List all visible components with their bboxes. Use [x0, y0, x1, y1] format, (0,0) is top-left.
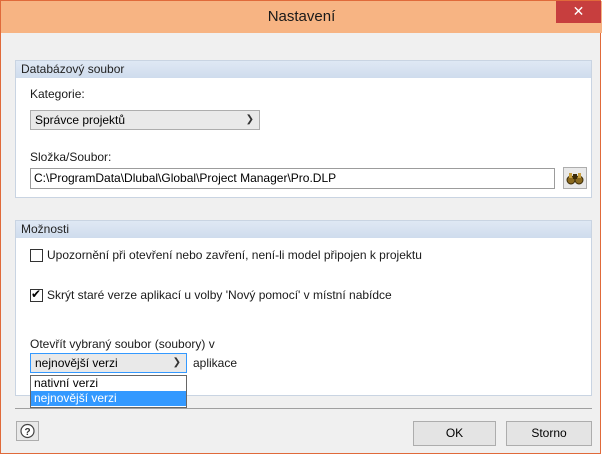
option-latest-version[interactable]: nejnovější verzi: [31, 391, 186, 406]
category-select[interactable]: Správce projektů ❯: [30, 110, 260, 130]
option-native-version[interactable]: nativní verzi: [31, 376, 186, 391]
category-label: Kategorie:: [30, 87, 85, 101]
cancel-button[interactable]: Storno: [506, 421, 592, 446]
open-version-value: nejnovější verzi: [35, 356, 118, 370]
svg-text:?: ?: [24, 427, 30, 438]
dialog-title: Nastavení: [267, 8, 336, 25]
title-bar: Nastavení ✕: [1, 1, 602, 33]
binoculars-icon: [566, 173, 584, 185]
ok-button[interactable]: OK: [413, 421, 496, 446]
folder-input[interactable]: C:\ProgramData\Dlubal\Global\Project Man…: [30, 168, 555, 189]
chevron-down-icon: ❯: [172, 357, 181, 368]
browse-button[interactable]: [563, 167, 587, 189]
open-version-select[interactable]: nejnovější verzi ❯: [30, 353, 187, 373]
footer-divider: [15, 408, 592, 409]
application-label: aplikace: [193, 356, 238, 370]
settings-dialog: Nastavení ✕ Databázový soubor Kategorie:…: [0, 0, 602, 454]
open-version-dropdown: nativní verzi nejnovější verzi: [30, 375, 187, 408]
close-button[interactable]: ✕: [556, 1, 601, 23]
options-header: Možnosti: [16, 221, 591, 238]
folder-label: Složka/Soubor:: [30, 150, 112, 164]
notify-checkbox[interactable]: [30, 249, 43, 262]
category-value: Správce projektů: [35, 113, 126, 127]
notify-label: Upozornění při otevření nebo zavření, ne…: [47, 248, 422, 262]
hide-old-versions-label: Skrýt staré verze aplikací u volby 'Nový…: [47, 288, 392, 302]
chevron-down-icon: ❯: [245, 114, 254, 125]
hide-old-versions-checkbox[interactable]: [30, 287, 43, 302]
help-button[interactable]: ?: [16, 421, 39, 441]
open-in-label: Otevřít vybraný soubor (soubory) v: [30, 337, 215, 351]
help-icon: ?: [20, 423, 35, 439]
database-file-header: Databázový soubor: [16, 61, 591, 78]
